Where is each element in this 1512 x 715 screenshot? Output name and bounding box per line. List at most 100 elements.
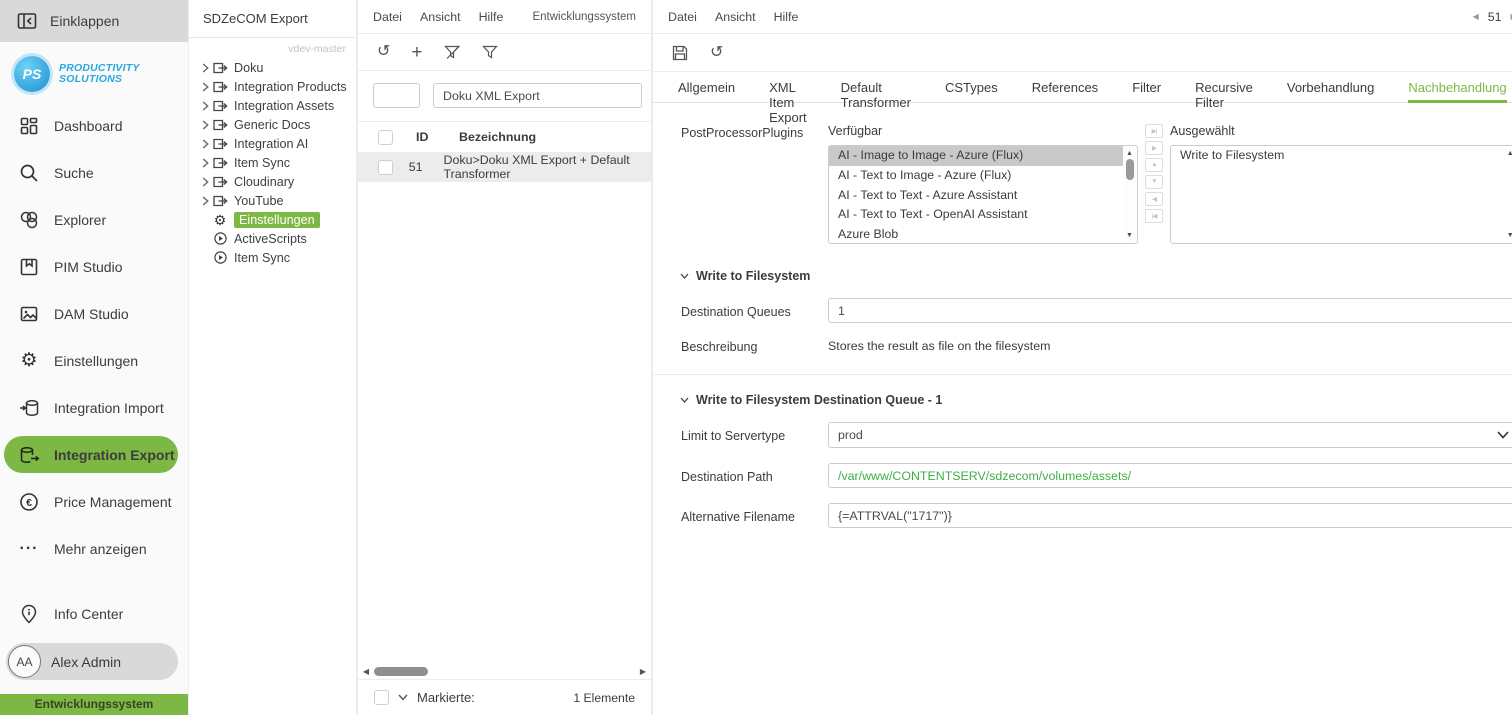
horizontal-scrollbar[interactable]: ◀ ▶ xyxy=(361,664,648,679)
tree-item-doku[interactable]: Doku xyxy=(189,58,356,77)
sidebar-item-info-center[interactable]: Info Center xyxy=(0,590,188,637)
tab-recursive-filter[interactable]: Recursive Filter xyxy=(1195,72,1253,103)
move-up-button[interactable]: ▲ xyxy=(1145,158,1163,172)
sidebar-item-mehr-anzeigen[interactable]: ··· Mehr anzeigen xyxy=(0,525,188,572)
tree-item-item-sync[interactable]: Item Sync xyxy=(189,153,356,172)
section-destination-queue-1[interactable]: Write to Filesystem Destination Queue - … xyxy=(653,393,1512,407)
vertical-scrollbar[interactable]: ▲ ▼ xyxy=(1504,147,1512,242)
filter-button[interactable] xyxy=(482,45,498,60)
sidebar-item-explorer[interactable]: Explorer xyxy=(0,196,188,243)
add-button[interactable]: + xyxy=(411,43,422,62)
clear-filter-button[interactable] xyxy=(444,45,461,60)
destination-path-input[interactable] xyxy=(828,463,1512,488)
menu-ansicht[interactable]: Ansicht xyxy=(715,10,756,24)
scroll-up-icon[interactable]: ▲ xyxy=(1126,147,1133,159)
alternative-filename-input[interactable] xyxy=(828,503,1512,528)
sidebar-item-dam-studio[interactable]: DAM Studio xyxy=(0,290,188,337)
refresh-button[interactable]: ↺ xyxy=(710,45,723,61)
scrollbar-thumb[interactable] xyxy=(374,667,428,676)
servertype-select[interactable]: prod xyxy=(828,422,1512,448)
list-item[interactable]: Write to Filesystem xyxy=(1171,146,1504,166)
marked-checkbox[interactable] xyxy=(374,690,389,705)
list-item[interactable]: Azure Blob xyxy=(829,225,1123,244)
chevron-right-icon[interactable] xyxy=(199,177,212,187)
tab-xml-item-export[interactable]: XML Item Export xyxy=(769,72,807,103)
move-all-left-button[interactable]: |◀ xyxy=(1145,209,1163,223)
vertical-scrollbar[interactable]: ▲ ▼ xyxy=(1123,147,1136,242)
tree-version-label: vdev-master xyxy=(189,38,356,56)
chevron-down-icon[interactable] xyxy=(680,397,689,403)
chevron-down-icon[interactable] xyxy=(680,273,689,279)
move-right-button[interactable]: ▶ xyxy=(1145,141,1163,155)
sidebar-item-dashboard[interactable]: Dashboard xyxy=(0,102,188,149)
select-all-checkbox[interactable] xyxy=(378,130,393,145)
svg-text:€: € xyxy=(26,497,32,509)
tree-item-integration-products[interactable]: Integration Products xyxy=(189,77,356,96)
user-menu[interactable]: AA Alex Admin xyxy=(6,643,178,680)
scroll-left-icon[interactable]: ◀ xyxy=(361,667,371,676)
tab-allgemein[interactable]: Allgemein xyxy=(678,72,735,103)
sidebar-item-price-management[interactable]: € Price Management xyxy=(0,478,188,525)
tree-item-generic-docs[interactable]: Generic Docs xyxy=(189,115,356,134)
tab-cstypes[interactable]: CSTypes xyxy=(945,72,998,103)
chevron-right-icon[interactable] xyxy=(199,120,212,130)
scroll-down-icon[interactable]: ▼ xyxy=(1126,229,1133,242)
sidebar-item-pim-studio[interactable]: PIM Studio xyxy=(0,243,188,290)
row-checkbox[interactable] xyxy=(378,160,393,175)
chevron-right-icon[interactable] xyxy=(199,158,212,168)
list-item[interactable]: AI - Text to Text - Azure Assistant xyxy=(829,186,1123,206)
menu-hilfe[interactable]: Hilfe xyxy=(774,10,799,24)
scroll-up-icon[interactable]: ▲ xyxy=(1507,147,1512,159)
sidebar-item-integration-import[interactable]: Integration Import xyxy=(0,384,188,431)
chevron-right-icon[interactable] xyxy=(199,196,212,206)
column-header-name[interactable]: Bezeichnung xyxy=(459,130,536,144)
sidebar-item-suche[interactable]: Suche xyxy=(0,149,188,196)
sidebar-item-einstellungen[interactable]: ⚙ Einstellungen xyxy=(0,337,188,384)
tree-item-integration-ai[interactable]: Integration AI xyxy=(189,134,356,153)
available-list[interactable]: AI - Image to Image - Azure (Flux) AI - … xyxy=(828,145,1138,244)
search-input[interactable] xyxy=(433,83,642,108)
chevron-down-icon[interactable] xyxy=(398,694,408,701)
list-item[interactable]: AI - Text to Text - OpenAI Assistant xyxy=(829,205,1123,225)
tab-vorbehandlung[interactable]: Vorbehandlung xyxy=(1287,72,1374,103)
table-row[interactable]: 51 Doku>Doku XML Export + Default Transf… xyxy=(358,152,651,182)
tree-item-youtube[interactable]: YouTube xyxy=(189,191,356,210)
menu-ansicht[interactable]: Ansicht xyxy=(420,10,461,24)
move-all-right-button[interactable]: ▶| xyxy=(1145,124,1163,138)
list-item[interactable]: AI - Text to Image - Azure (Flux) xyxy=(829,166,1123,186)
list-item[interactable]: AI - Image to Image - Azure (Flux) xyxy=(829,146,1123,166)
tree-item-integration-assets[interactable]: Integration Assets xyxy=(189,96,356,115)
scrollbar-thumb[interactable] xyxy=(1126,159,1134,180)
tab-filter[interactable]: Filter xyxy=(1132,72,1161,103)
chevron-right-icon[interactable] xyxy=(199,139,212,149)
menu-datei[interactable]: Datei xyxy=(668,10,697,24)
chevron-right-icon[interactable] xyxy=(199,101,212,111)
tab-nachbehandlung[interactable]: Nachbehandlung xyxy=(1408,72,1506,103)
menu-datei[interactable]: Datei xyxy=(373,10,402,24)
sidebar-collapse-button[interactable]: Einklappen xyxy=(0,0,188,42)
chevron-right-icon[interactable] xyxy=(199,82,212,92)
sidebar-item-integration-export[interactable]: Integration Export xyxy=(4,436,178,473)
brand-logo[interactable]: PS PRODUCTIVITY SOLUTIONS xyxy=(0,42,188,102)
tab-default-transformer[interactable]: Default Transformer xyxy=(841,72,911,103)
chevron-right-icon[interactable] xyxy=(199,63,212,73)
tab-references[interactable]: References xyxy=(1032,72,1098,103)
tree-item-einstellungen[interactable]: ⚙ Einstellungen xyxy=(189,210,356,229)
column-header-id[interactable]: ID xyxy=(416,130,459,144)
menu-hilfe[interactable]: Hilfe xyxy=(479,10,504,24)
id-filter-input[interactable] xyxy=(373,83,420,108)
selected-list[interactable]: Write to Filesystem ▲ ▼ xyxy=(1170,145,1512,244)
tree-item-activescripts[interactable]: ActiveScripts xyxy=(189,229,356,248)
scroll-right-icon[interactable]: ▶ xyxy=(638,667,648,676)
refresh-button[interactable]: ↺ xyxy=(377,44,390,60)
move-down-button[interactable]: ▼ xyxy=(1145,175,1163,189)
section-write-to-filesystem[interactable]: Write to Filesystem xyxy=(653,269,1512,283)
scroll-down-icon[interactable]: ▼ xyxy=(1507,229,1512,242)
tree-item-item-sync-script[interactable]: Item Sync xyxy=(189,248,356,267)
scrollbar-track[interactable] xyxy=(371,667,638,676)
move-left-button[interactable]: ◀ xyxy=(1145,192,1163,206)
save-button[interactable] xyxy=(672,45,688,61)
tree-item-cloudinary[interactable]: Cloudinary xyxy=(189,172,356,191)
prev-record-icon[interactable]: ◀ xyxy=(1473,12,1479,21)
destination-queues-input[interactable] xyxy=(828,298,1512,323)
